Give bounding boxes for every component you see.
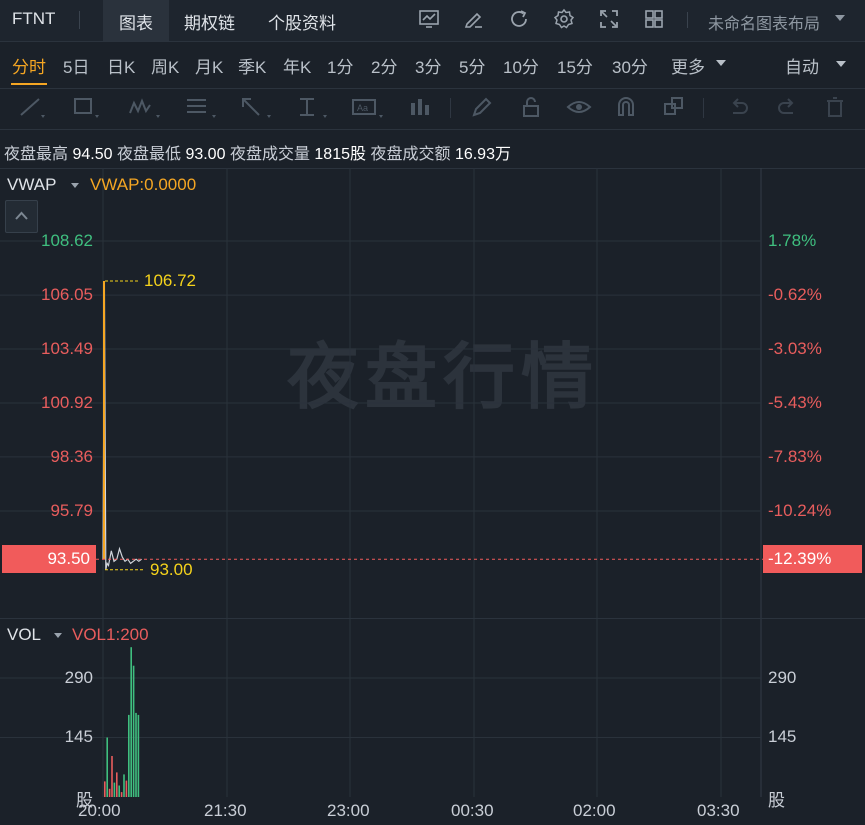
vol-y-tick-right: 290 [768,668,797,687]
volume-bar [108,788,111,797]
indicator-dropdown-icon[interactable] [71,183,79,189]
y-tick-right: -7.83% [768,447,822,466]
vwap-indicator-name[interactable]: VWAP [7,175,56,195]
current-pct: -12.39% [768,549,832,568]
y-tick-left: 100.92 [41,393,93,412]
min-price-label: 93.00 [150,560,193,579]
volume-bar [111,756,113,797]
y-tick-right: -3.03% [768,339,822,358]
volume-plot [104,647,140,797]
x-tick: 21:30 [204,801,247,820]
current-price: 93.50 [47,549,90,568]
collapse-button[interactable] [5,200,38,233]
y-tick-left: 95.79 [50,501,93,520]
x-tick: 03:30 [697,801,740,820]
y-tick-left: 108.62 [41,231,93,250]
vol-indicator-value: VOL1:200 [72,625,149,644]
volume-bar [137,714,140,797]
volume-bar [116,772,118,797]
vol-unit-right: 股 [768,791,785,810]
volume-bar [135,712,137,797]
y-tick-right: -10.24% [768,501,832,520]
volume-bar [120,792,123,797]
volume-bar [118,785,120,797]
vol-dropdown-icon[interactable] [54,633,62,639]
volume-bar [113,782,116,797]
y-tick-left: 98.36 [50,447,93,466]
y-tick-right: -5.43% [768,393,822,412]
volume-bar [104,781,106,797]
x-tick: 20:00 [78,801,121,820]
vol-y-tick-left: 145 [64,727,93,746]
vwap-indicator-value: VWAP:0.0000 [90,175,197,194]
y-tick-right: 1.78% [768,231,817,250]
chart-canvas[interactable] [0,0,865,825]
panel-divider [0,618,865,619]
volume-bar [125,780,128,797]
y-tick-right: -0.62% [768,285,822,304]
current-price-badge: 93.50 [2,545,96,573]
volume-bar [106,737,108,797]
vol-y-tick-right: 145 [768,727,797,746]
vol-y-tick-left: 290 [64,668,93,687]
volume-bar [123,774,125,797]
x-tick: 02:00 [573,801,616,820]
current-pct-badge: -12.39% [763,545,862,573]
y-tick-left: 103.49 [41,339,93,358]
max-price-label: 106.72 [144,271,196,290]
volume-bar [128,714,130,797]
chevron-up-icon [15,211,28,220]
price-line [102,280,142,570]
grid-lines [0,168,762,797]
x-tick: 00:30 [451,801,494,820]
x-tick: 23:00 [327,801,370,820]
vol-indicator-name[interactable]: VOL [7,625,41,645]
volume-bar [132,665,135,797]
y-tick-left: 106.05 [41,285,93,304]
volume-bar [130,647,132,797]
price-plot [96,280,763,571]
